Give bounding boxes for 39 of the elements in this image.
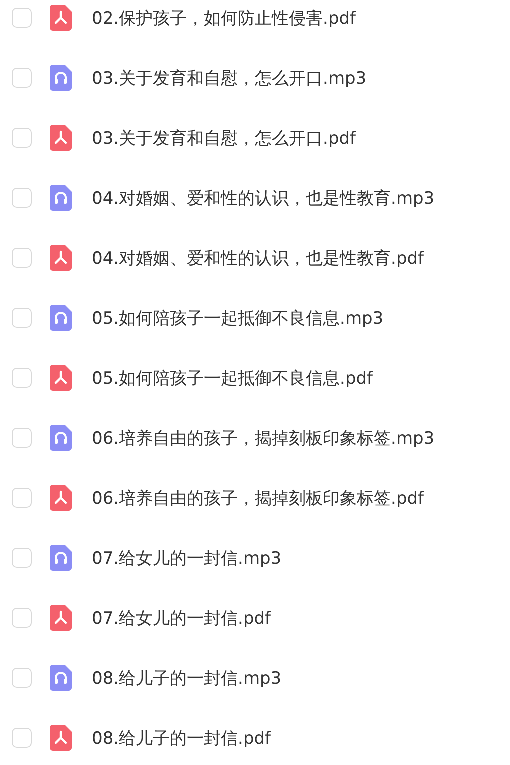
checkbox[interactable] bbox=[12, 188, 32, 208]
headphones-file-icon bbox=[50, 65, 72, 91]
checkbox[interactable] bbox=[12, 488, 32, 508]
pdf-file-icon bbox=[50, 245, 72, 271]
pdf-file-icon bbox=[50, 605, 72, 631]
pdf-file-icon bbox=[50, 5, 72, 31]
checkbox[interactable] bbox=[12, 8, 32, 28]
file-name[interactable]: 03.关于发育和自慰，怎么开口.pdf bbox=[92, 126, 356, 150]
checkbox[interactable] bbox=[12, 428, 32, 448]
headphones-file-icon bbox=[50, 425, 72, 451]
file-name[interactable]: 07.给女儿的一封信.pdf bbox=[92, 606, 272, 630]
headphones-file-icon bbox=[50, 665, 72, 691]
file-name[interactable]: 02.保护孩子，如何防止性侵害.pdf bbox=[92, 6, 356, 30]
file-name[interactable]: 06.培养自由的孩子，揭掉刻板印象标签.mp3 bbox=[92, 426, 435, 450]
pdf-file-icon bbox=[50, 725, 72, 751]
headphones-file-icon bbox=[50, 185, 72, 211]
checkbox[interactable] bbox=[12, 668, 32, 688]
file-name[interactable]: 04.对婚姻、爱和性的认识，也是性教育.pdf bbox=[92, 246, 424, 270]
checkbox[interactable] bbox=[12, 68, 32, 88]
pdf-file-icon bbox=[50, 485, 72, 511]
checkbox[interactable] bbox=[12, 368, 32, 388]
checkbox[interactable] bbox=[12, 608, 32, 628]
file-name[interactable]: 07.给女儿的一封信.mp3 bbox=[92, 546, 282, 570]
headphones-file-icon bbox=[50, 545, 72, 571]
checkbox[interactable] bbox=[12, 308, 32, 328]
file-name[interactable]: 05.如何陪孩子一起抵御不良信息.pdf bbox=[92, 366, 374, 390]
checkbox[interactable] bbox=[12, 248, 32, 268]
file-name[interactable]: 04.对婚姻、爱和性的认识，也是性教育.mp3 bbox=[92, 186, 435, 210]
checkbox[interactable] bbox=[12, 548, 32, 568]
file-name[interactable]: 06.培养自由的孩子，揭掉刻板印象标签.pdf bbox=[92, 486, 424, 510]
file-name[interactable]: 08.给儿子的一封信.mp3 bbox=[92, 666, 282, 690]
checkbox[interactable] bbox=[12, 728, 32, 748]
file-name[interactable]: 03.关于发育和自慰，怎么开口.mp3 bbox=[92, 66, 367, 90]
file-name[interactable]: 05.如何陪孩子一起抵御不良信息.mp3 bbox=[92, 306, 384, 330]
pdf-file-icon bbox=[50, 125, 72, 151]
pdf-file-icon bbox=[50, 365, 72, 391]
headphones-file-icon bbox=[50, 305, 72, 331]
checkbox[interactable] bbox=[12, 128, 32, 148]
file-name[interactable]: 08.给儿子的一封信.pdf bbox=[92, 726, 272, 750]
